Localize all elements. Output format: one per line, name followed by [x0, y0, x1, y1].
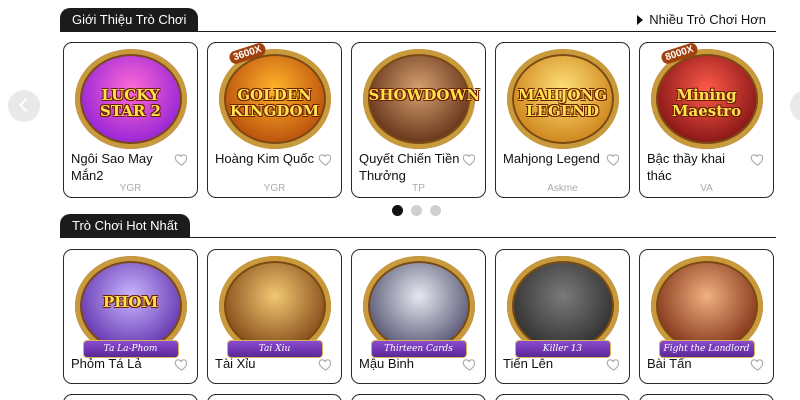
game-card[interactable]: MAHJONG LEGEND Mahjong Legend Askme	[495, 42, 630, 198]
game-title: Bài Tấn	[647, 356, 692, 371]
triangle-right-icon	[637, 15, 644, 25]
carousel-prev-button[interactable]	[8, 90, 40, 122]
hot-game-grid: PHOM Ta La-Phom Phỏm Tá Lả Tai Xiu Tài Xỉ…	[63, 249, 774, 384]
chevron-left-icon	[18, 97, 34, 113]
game-card[interactable]: Thirteen Cards Mậu Binh	[351, 249, 486, 384]
heart-icon[interactable]	[462, 357, 477, 372]
game-art-text: GOLDEN KINGDOM	[229, 86, 320, 120]
provider-label: VA	[700, 183, 713, 194]
game-title: Quyết Chiến Tiền Thưởng	[359, 151, 460, 183]
game-title: Hoàng Kim Quốc	[215, 151, 314, 166]
game-card	[495, 394, 630, 400]
game-title: Ngôi Sao May Mắn2	[71, 151, 153, 183]
game-title: Phỏm Tá Lả	[71, 356, 142, 371]
game-card[interactable]: 8000X Mining Maestro Bậc thầy khai thác V…	[639, 42, 774, 198]
heart-icon[interactable]	[174, 152, 189, 167]
more-games-label: Nhiều Trò Chơi Hơn	[649, 12, 766, 27]
game-card[interactable]: SHOWDOWN Quyết Chiến Tiền Thưởng TP	[351, 42, 486, 198]
game-thumbnail: SHOWDOWN	[362, 49, 481, 149]
game-thumbnail: LUCKY STAR 2	[74, 49, 187, 149]
game-title: Mậu Binh	[359, 356, 414, 371]
game-art-text: MAHJONG LEGEND	[517, 86, 608, 120]
game-title: Tiến Lên	[503, 356, 554, 371]
game-card	[639, 394, 774, 400]
provider-label: Askme	[547, 183, 578, 194]
game-title: Bậc thầy khai thác	[647, 151, 726, 183]
heart-icon[interactable]	[750, 152, 765, 167]
intro-section-header: Giới Thiệu Trò Chơi Nhiều Trò Chơi Hơn	[60, 8, 776, 32]
game-card	[63, 394, 198, 400]
intro-section-title: Giới Thiệu Trò Chơi	[60, 8, 199, 32]
game-card[interactable]: 3600X GOLDEN KINGDOM Hoàng Kim Quốc YGR	[207, 42, 342, 198]
heart-icon[interactable]	[318, 152, 333, 167]
hot-section-title: Trò Chơi Hot Nhất	[60, 214, 190, 238]
game-card[interactable]: Fight the Landlord Bài Tấn	[639, 249, 774, 384]
game-card[interactable]: PHOM Ta La-Phom Phỏm Tá Lả	[63, 249, 198, 384]
carousel-next-button[interactable]	[790, 90, 800, 122]
provider-label: YGR	[263, 183, 286, 194]
next-row-peek	[63, 394, 774, 400]
provider-label: TP	[412, 183, 425, 194]
heart-icon[interactable]	[750, 357, 765, 372]
game-thumbnail: 3600X GOLDEN KINGDOM	[218, 43, 331, 149]
game-thumbnail: PHOM Ta La-Phom	[74, 256, 187, 358]
heart-icon[interactable]	[462, 152, 477, 167]
game-thumbnail: Killer 13	[506, 256, 619, 358]
game-thumbnail: Fight the Landlord	[650, 256, 763, 358]
game-card[interactable]: Killer 13 Tiến Lên	[495, 249, 630, 384]
game-card[interactable]: Tai Xiu Tài Xỉu	[207, 249, 342, 384]
heart-icon[interactable]	[174, 357, 189, 372]
game-thumbnail: 8000X Mining Maestro	[650, 43, 763, 149]
hot-section-header: Trò Chơi Hot Nhất	[60, 214, 776, 238]
game-art-text: Mining Maestro	[671, 86, 742, 120]
heart-icon[interactable]	[606, 152, 621, 167]
game-title: Tài Xỉu	[215, 356, 256, 371]
game-card	[207, 394, 342, 400]
provider-label: YGR	[119, 183, 142, 194]
game-card[interactable]: LUCKY STAR 2 Ngôi Sao May Mắn2 YGR	[63, 42, 198, 198]
heart-icon[interactable]	[318, 357, 333, 372]
heart-icon[interactable]	[606, 357, 621, 372]
game-art-text: SHOWDOWN	[368, 86, 481, 104]
game-title: Mahjong Legend	[503, 151, 600, 166]
game-art-text: LUCKY STAR 2	[100, 86, 161, 120]
game-thumbnail: Thirteen Cards	[362, 256, 475, 358]
game-card	[351, 394, 486, 400]
more-games-link[interactable]: Nhiều Trò Chơi Hơn	[637, 12, 766, 27]
game-thumbnail: Tai Xiu	[218, 256, 331, 358]
game-art-text: PHOM	[102, 293, 159, 311]
game-thumbnail: MAHJONG LEGEND	[506, 49, 619, 149]
intro-game-carousel: LUCKY STAR 2 Ngôi Sao May Mắn2 YGR 3600X…	[63, 42, 774, 198]
